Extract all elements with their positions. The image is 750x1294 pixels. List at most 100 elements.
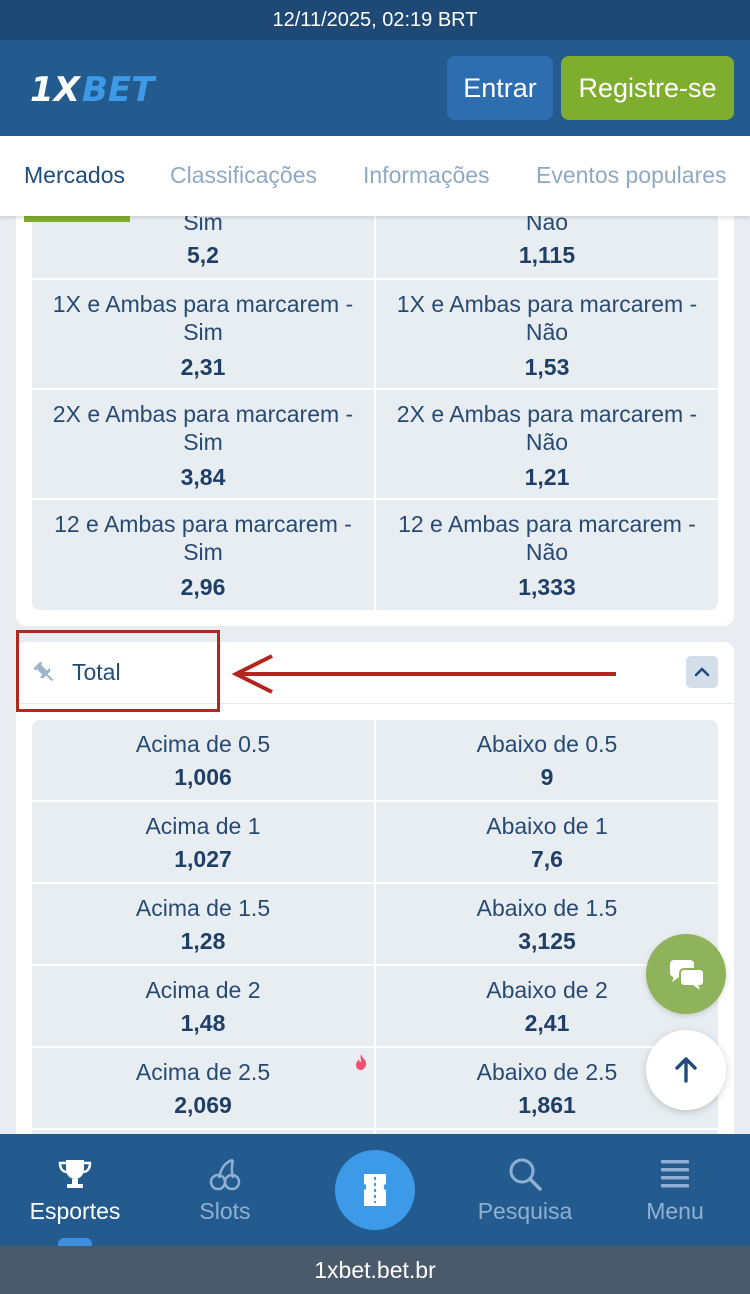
arrow-up-icon	[675, 1057, 697, 1083]
odds-cell[interactable]: Acima de 1 1,027	[32, 802, 374, 882]
nav-label: Slots	[199, 1198, 251, 1224]
register-button[interactable]: Registre-se	[561, 56, 734, 120]
odds-cell[interactable]: 12 e Ambas para marcarem - Sim 2,96	[32, 500, 374, 610]
status-bar: 12/11/2025, 02:19 BRT	[0, 0, 750, 40]
odds-row: 1X e Ambas para marcarem - Sim 2,31 1X e…	[32, 280, 718, 388]
url-text: 1xbet.bet.br	[314, 1256, 436, 1283]
odds-value: 2,31	[180, 354, 226, 380]
menu-icon	[661, 1160, 689, 1188]
odds-cell[interactable]: Acima de 2.5 2,069	[32, 1048, 374, 1128]
odds-value: 1,027	[174, 846, 232, 872]
trophy-icon	[58, 1160, 92, 1188]
outcome-label: 2X e Ambas para marcarem -	[396, 401, 698, 427]
coupon-icon	[364, 1174, 386, 1206]
outcome-label: Acima de 2	[145, 977, 261, 1003]
annotation-arrow-icon	[231, 654, 616, 694]
outcome-label: 12 e Ambas para marcarem -	[54, 511, 352, 537]
nav-label: Esportes	[29, 1198, 121, 1224]
odds-row: Acima de 2.5 2,069 Abaixo de 2.5 1,861	[32, 1048, 718, 1128]
odds-cell[interactable]: 1X e Ambas para marcarem - Não 1,53	[376, 280, 718, 388]
market-card-total: Total Acima de 0.5 1,006 Abaixo de 0.5 9…	[16, 642, 734, 1162]
status-datetime: 12/11/2025, 02:19 BRT	[272, 8, 478, 31]
outcome-label: Acima de 0.5	[135, 731, 271, 757]
chevron-up-icon	[694, 667, 710, 677]
odds-cell[interactable]: 2X e Ambas para marcarem - Não 1,21	[376, 390, 718, 498]
outcome-label: Não	[525, 429, 569, 455]
odds-cell[interactable]: Acima de 2 1,48	[32, 966, 374, 1046]
odds-row: Acima de 2 1,48 Abaixo de 2 2,41	[32, 966, 718, 1046]
cherry-icon	[209, 1158, 241, 1191]
login-button[interactable]: Entrar	[447, 56, 553, 120]
odds-row: Acima de 1.5 1,28 Abaixo de 1.5 3,125	[32, 884, 718, 964]
bet-slip-button[interactable]	[335, 1150, 415, 1230]
svg-text:1X: 1X	[30, 70, 82, 108]
tab-popular-events[interactable]: Eventos populares	[536, 162, 727, 189]
odds-value: 3,84	[180, 464, 226, 490]
chat-button[interactable]	[646, 934, 726, 1014]
outcome-label: Sim	[183, 539, 223, 565]
odds-value: 1,006	[174, 764, 232, 790]
odds-grid: Acima de 0.5 1,006 Abaixo de 0.5 9 Acima…	[32, 720, 718, 1140]
odds-cell[interactable]: 2X e Ambas para marcarem - Sim 3,84	[32, 390, 374, 498]
odds-cell[interactable]: Abaixo de 1 7,6	[376, 802, 718, 882]
nav-label: Menu	[646, 1198, 704, 1224]
odds-value: 2,96	[180, 574, 226, 600]
outcome-label: Abaixo de 1	[486, 813, 608, 839]
odds-value: 1,333	[518, 574, 576, 600]
nav-search[interactable]: Pesquisa	[450, 1134, 600, 1246]
odds-value: 1,21	[524, 464, 570, 490]
market-card-btts: Sim 5,2 Não 1,115 1X e Ambas para marcar…	[16, 196, 734, 626]
outcome-label: Acima de 2.5	[135, 1059, 271, 1085]
odds-value: 2,069	[174, 1092, 232, 1118]
nav-label: Pesquisa	[477, 1198, 573, 1224]
outcome-label: 12 e Ambas para marcarem -	[398, 511, 696, 537]
tab-markets[interactable]: Mercados	[24, 162, 125, 189]
odds-cell[interactable]: Acima de 1.5 1,28	[32, 884, 374, 964]
odds-value: 1,53	[524, 354, 570, 380]
active-nav-indicator	[58, 1238, 92, 1246]
brand-logo[interactable]: 1X BET	[30, 68, 180, 108]
browser-url-bar[interactable]: 1xbet.bet.br	[0, 1246, 750, 1294]
outcome-label: Sim	[183, 319, 223, 345]
outcome-label: Não	[525, 319, 569, 345]
odds-cell[interactable]: Abaixo de 0.5 9	[376, 720, 718, 800]
tab-information[interactable]: Informações	[363, 162, 490, 189]
odds-value: 7,6	[531, 846, 563, 872]
nav-menu[interactable]: Menu	[600, 1134, 750, 1246]
outcome-label: 1X e Ambas para marcarem -	[396, 291, 698, 317]
svg-text:BET: BET	[82, 70, 157, 108]
outcome-label: Sim	[183, 429, 223, 455]
collapse-button[interactable]	[686, 656, 718, 688]
odds-row: 12 e Ambas para marcarem - Sim 2,96 12 e…	[32, 500, 718, 610]
scroll-to-top-button[interactable]	[646, 1030, 726, 1110]
odds-row: 2X e Ambas para marcarem - Sim 3,84 2X e…	[32, 390, 718, 498]
app-header: 1X BET Entrar Registre-se	[0, 40, 750, 136]
search-icon	[509, 1158, 542, 1191]
odds-row: Acima de 1 1,027 Abaixo de 1 7,6	[32, 802, 718, 882]
outcome-label: Acima de 1.5	[135, 895, 271, 921]
bottom-nav: Esportes Slots Pesquisa Menu	[0, 1134, 750, 1246]
fire-icon	[356, 1054, 367, 1070]
tab-standings[interactable]: Classificações	[170, 162, 317, 189]
odds-value: 1,28	[180, 928, 226, 954]
outcome-label: 1X e Ambas para marcarem -	[52, 291, 354, 317]
tab-bar: Mercados Classificações Informações Even…	[0, 136, 750, 216]
odds-value: 9	[540, 764, 554, 790]
odds-value: 5,2	[187, 242, 219, 268]
outcome-label: Acima de 1	[145, 813, 261, 839]
odds-value: 1,115	[518, 242, 576, 268]
odds-cell[interactable]: Acima de 0.5 1,006	[32, 720, 374, 800]
outcome-label: 2X e Ambas para marcarem -	[52, 401, 354, 427]
outcome-label: Não	[525, 539, 569, 565]
odds-row: Acima de 0.5 1,006 Abaixo de 0.5 9	[32, 720, 718, 800]
odds-grid: Sim 5,2 Não 1,115 1X e Ambas para marcar…	[32, 196, 718, 610]
nav-slots[interactable]: Slots	[150, 1134, 300, 1246]
nav-sports[interactable]: Esportes	[0, 1134, 150, 1246]
odds-cell[interactable]: 12 e Ambas para marcarem - Não 1,333	[376, 500, 718, 610]
odds-value: 1,48	[180, 1010, 226, 1036]
outcome-label: Abaixo de 1.5	[476, 895, 618, 921]
outcome-label: Abaixo de 0.5	[476, 731, 618, 757]
annotation-highlight-box	[16, 630, 220, 712]
odds-cell[interactable]: 1X e Ambas para marcarem - Sim 2,31	[32, 280, 374, 388]
chat-icon	[670, 960, 705, 990]
